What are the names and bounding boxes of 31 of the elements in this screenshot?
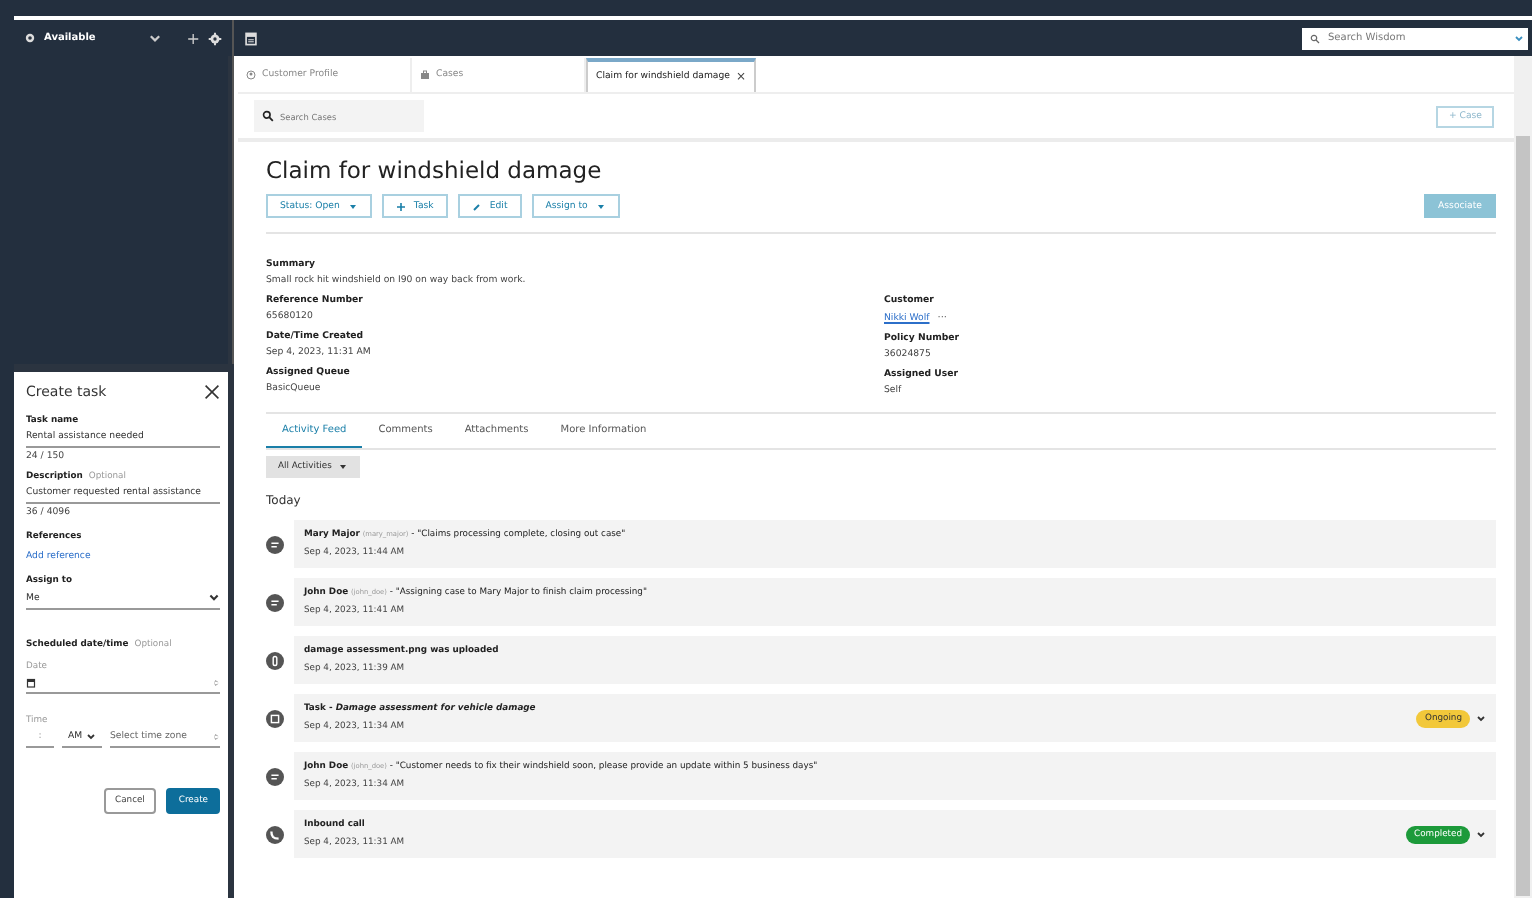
comment-icon (266, 767, 284, 785)
user-icon (246, 70, 256, 80)
chevron-down-icon (86, 732, 97, 742)
calendar-icon[interactable] (244, 31, 258, 45)
briefcase-icon (420, 70, 430, 80)
chevron-down-icon (208, 592, 220, 604)
search-icon (1310, 33, 1320, 43)
pencil-icon (471, 201, 482, 211)
settings-icon[interactable] (208, 31, 222, 45)
case-title: Claim for windshield damage (266, 156, 602, 184)
search-icon (262, 110, 274, 122)
comment-icon (266, 593, 284, 611)
chevron-down-icon[interactable] (148, 31, 163, 45)
phone-icon (266, 825, 284, 843)
task-icon (266, 709, 284, 727)
stepper-icon (212, 678, 220, 688)
caret-icon (595, 201, 606, 211)
attachment-icon (266, 651, 284, 669)
date-field[interactable] (26, 678, 220, 694)
scrollbar[interactable] (1514, 56, 1532, 898)
chevron-down-icon[interactable] (1476, 829, 1486, 839)
calendar-icon (26, 678, 36, 688)
plus-icon (395, 201, 406, 211)
add-button[interactable]: + (186, 29, 200, 47)
stepper-icon (212, 732, 220, 742)
chevron-down-icon[interactable] (1476, 713, 1486, 723)
comment-icon (266, 535, 284, 553)
caret-icon (337, 462, 348, 472)
status-icon (24, 32, 36, 44)
close-icon[interactable] (204, 384, 220, 400)
caret-icon (347, 201, 358, 211)
